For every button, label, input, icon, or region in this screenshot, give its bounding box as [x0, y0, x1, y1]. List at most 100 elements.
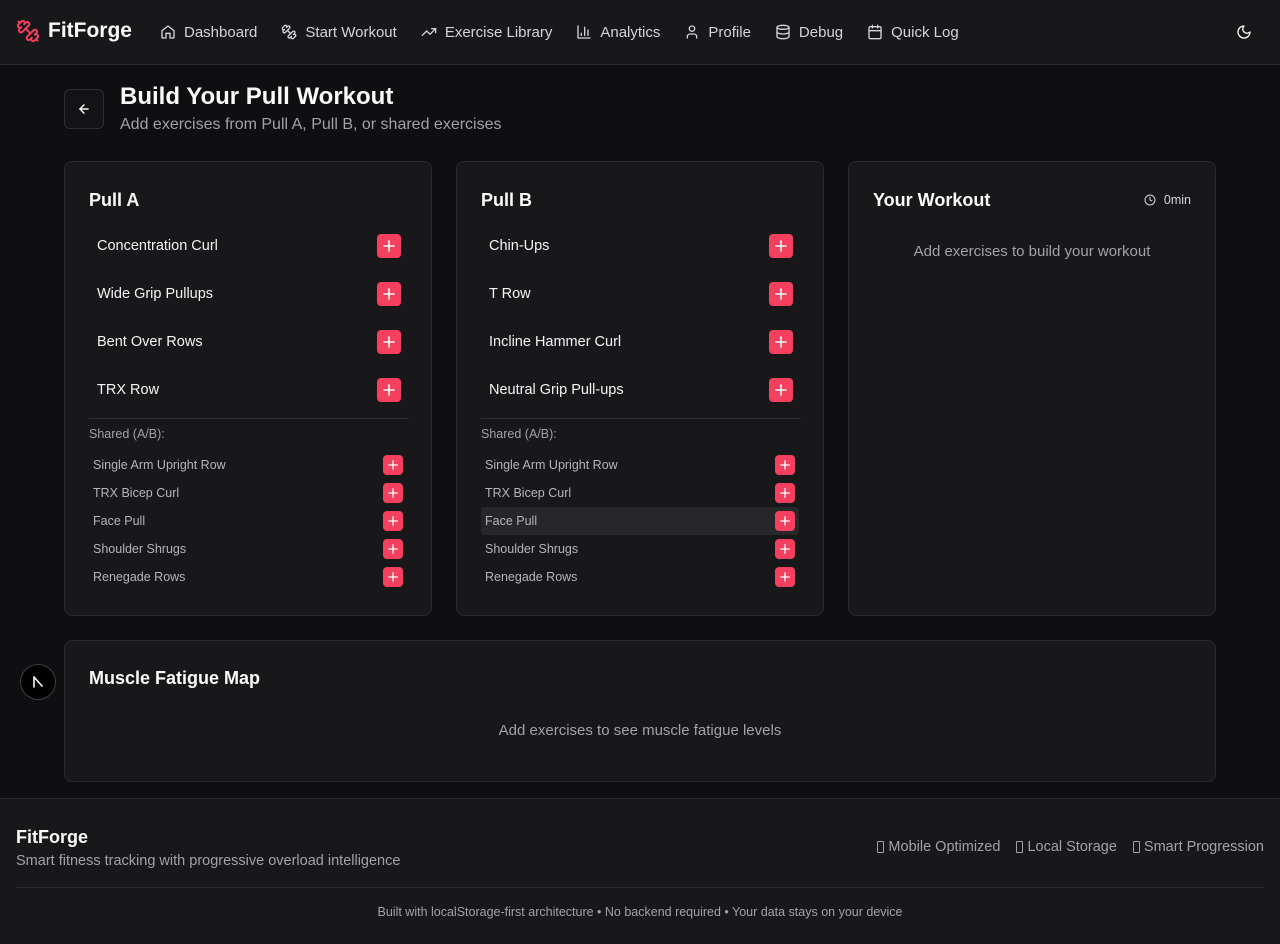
brand-name: FitForge [48, 19, 132, 42]
exercise-name: Concentration Curl [97, 238, 218, 254]
nav-item-quick-log[interactable]: Quick Log [867, 20, 959, 44]
add-exercise-button[interactable] [383, 511, 403, 531]
exercise-name: Shoulder Shrugs [93, 542, 187, 556]
calendar-icon [868, 24, 882, 40]
exercise-name: Renegade Rows [485, 570, 578, 584]
nav-item-label: Debug [798, 23, 844, 41]
plus-icon [775, 288, 787, 300]
pull-a-card: Pull A Concentration Curl Wide Grip Pull… [64, 161, 432, 616]
feature-local-storage: Local Storage [1016, 839, 1117, 855]
nav-item-debug[interactable]: Debug [775, 20, 843, 44]
add-exercise-button[interactable] [383, 483, 403, 503]
exercise-name: Incline Hammer Curl [489, 334, 622, 350]
add-exercise-button[interactable] [377, 282, 401, 306]
add-exercise-button[interactable] [377, 330, 401, 354]
cursor-arrow-icon [33, 676, 43, 688]
home-icon [161, 25, 175, 39]
empty-fatigue-message: Add exercises to see muscle fatigue leve… [498, 722, 782, 739]
storage-icon [1016, 841, 1024, 853]
add-exercise-button[interactable] [769, 378, 793, 402]
shared-exercise-row: Face Pull [89, 507, 407, 535]
floating-action-button[interactable] [20, 664, 56, 700]
bar-chart-icon [577, 25, 592, 39]
card-title: Your Workout [873, 190, 991, 210]
shared-exercise-row: Face Pull [481, 507, 799, 535]
exercise-row: Chin-Ups [481, 226, 801, 266]
exercise-name: Face Pull [93, 514, 146, 528]
footer-note: Built with localStorage-first architectu… [377, 905, 903, 919]
shared-exercise-row: TRX Bicep Curl [481, 479, 799, 507]
user-icon [687, 25, 698, 39]
page-subtitle: Add exercises from Pull A, Pull B, or sh… [120, 116, 502, 133]
footer-features: Mobile Optimized Local Storage Smart Pro… [877, 839, 1264, 855]
nav-links: Dashboard Start Workout Exercise Library… [160, 20, 959, 44]
clock-icon [1144, 194, 1156, 206]
top-navbar: FitForge Dashboard Start Workout Exercis… [0, 0, 1280, 65]
plus-icon [388, 544, 398, 554]
add-exercise-button[interactable] [769, 282, 793, 306]
plus-icon [780, 544, 790, 554]
nav-item-analytics[interactable]: Analytics [576, 20, 660, 44]
nav-item-label: Exercise Library [444, 23, 553, 41]
nav-item-label: Dashboard [184, 23, 258, 41]
add-exercise-button[interactable] [377, 234, 401, 258]
exercise-name: Bent Over Rows [97, 334, 203, 350]
add-exercise-button[interactable] [775, 511, 795, 531]
nav-item-start-workout[interactable]: Start Workout [281, 20, 397, 44]
nav-item-label: Profile [708, 23, 751, 41]
back-button[interactable] [64, 89, 104, 129]
nav-item-profile[interactable]: Profile [684, 20, 751, 44]
page-title: Build Your Pull Workout [120, 83, 394, 110]
add-exercise-button[interactable] [775, 455, 795, 475]
exercise-name: Neutral Grip Pull-ups [489, 382, 624, 398]
plus-icon [775, 336, 787, 348]
empty-workout-message: Add exercises to build your workout [913, 243, 1151, 260]
progression-icon [1132, 841, 1140, 853]
workout-duration: 0min [1144, 193, 1191, 207]
nav-item-exercise-library[interactable]: Exercise Library [421, 20, 553, 44]
shared-exercise-row: Single Arm Upright Row [481, 451, 799, 479]
divider [89, 418, 409, 419]
trending-up-icon [421, 27, 437, 36]
nav-item-label: Analytics [600, 23, 661, 41]
add-exercise-button[interactable] [769, 234, 793, 258]
add-exercise-button[interactable] [775, 539, 795, 559]
exercise-row: Concentration Curl [89, 226, 409, 266]
shared-exercise-row: TRX Bicep Curl [89, 479, 407, 507]
exercise-name: Face Pull [485, 514, 538, 528]
shared-exercise-row: Renegade Rows [481, 563, 799, 591]
add-exercise-button[interactable] [383, 455, 403, 475]
exercise-row: T Row [481, 274, 801, 314]
mobile-icon [877, 841, 885, 853]
add-exercise-button[interactable] [775, 567, 795, 587]
card-title: Muscle Fatigue Map [89, 668, 261, 688]
moon-icon[interactable] [1236, 24, 1252, 40]
divider [481, 418, 801, 419]
exercise-name: Wide Grip Pullups [97, 286, 214, 302]
brand-link[interactable]: FitForge [16, 19, 132, 43]
card-title: Pull A [89, 190, 140, 210]
add-exercise-button[interactable] [377, 378, 401, 402]
exercise-row: Wide Grip Pullups [89, 274, 409, 314]
shared-exercise-row: Renegade Rows [89, 563, 407, 591]
exercise-name: Single Arm Upright Row [485, 458, 618, 472]
exercise-row: Bent Over Rows [89, 322, 409, 362]
exercise-row: Neutral Grip Pull-ups [481, 370, 801, 410]
add-exercise-button[interactable] [769, 330, 793, 354]
add-exercise-button[interactable] [775, 483, 795, 503]
duration-value: 0min [1163, 193, 1191, 207]
dumbbell-icon [282, 24, 297, 40]
shared-exercise-row: Shoulder Shrugs [89, 535, 407, 563]
arrow-left-icon [79, 104, 89, 114]
plus-icon [383, 336, 395, 348]
add-exercise-button[interactable] [383, 539, 403, 559]
nav-item-dashboard[interactable]: Dashboard [160, 20, 257, 44]
plus-icon [780, 572, 790, 582]
plus-icon [780, 516, 790, 526]
plus-icon [383, 288, 395, 300]
exercise-name: TRX Row [97, 382, 160, 398]
add-exercise-button[interactable] [383, 567, 403, 587]
feature-label: Local Storage [1027, 839, 1117, 855]
plus-icon [388, 488, 398, 498]
footer: FitForge Smart fitness tracking with pro… [0, 798, 1280, 944]
